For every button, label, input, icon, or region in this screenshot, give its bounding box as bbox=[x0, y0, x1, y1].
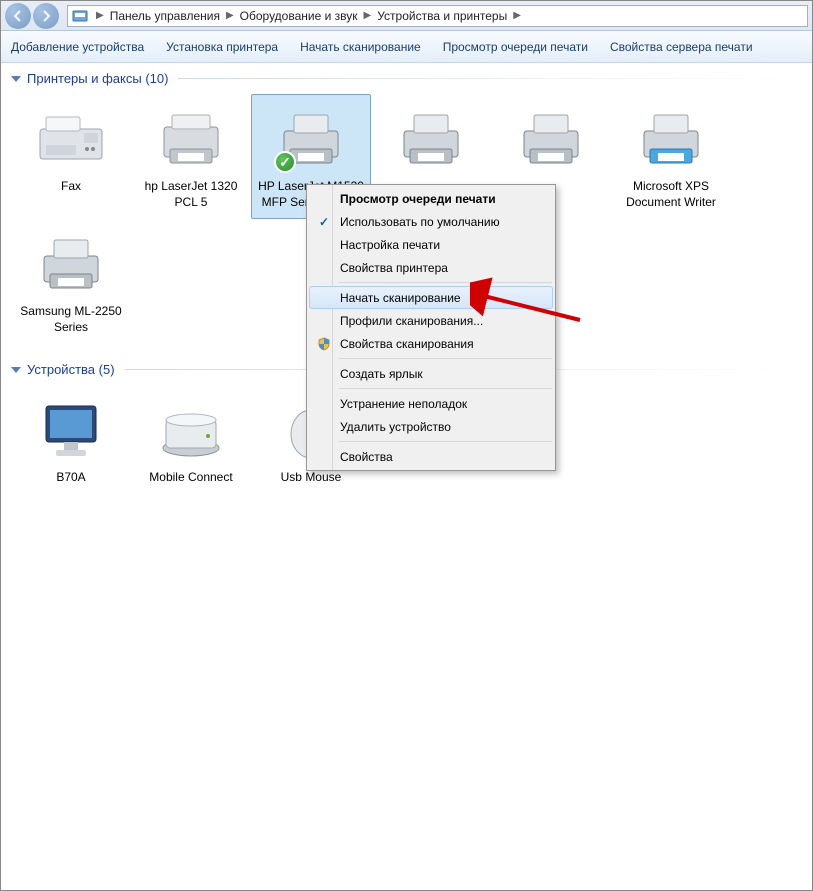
group-count: (5) bbox=[99, 362, 115, 377]
command-bar: Добавление устройства Установка принтера… bbox=[1, 31, 812, 63]
cm-start-scan[interactable]: Начать сканирование bbox=[309, 286, 553, 309]
group-header-printers[interactable]: Принтеры и факсы (10) bbox=[1, 63, 812, 90]
cm-label: Начать сканирование bbox=[340, 291, 461, 305]
cm-label: Просмотр очереди печати bbox=[340, 192, 496, 206]
device-item-computer[interactable]: B70A bbox=[11, 385, 131, 495]
group-divider bbox=[178, 78, 802, 79]
cm-separator bbox=[339, 358, 552, 359]
toolbar-start-scan[interactable]: Начать сканирование bbox=[298, 36, 423, 58]
cm-properties[interactable]: Свойства bbox=[309, 445, 553, 468]
device-label: Microsoft XPS Document Writer bbox=[616, 179, 726, 210]
toolbar-install-printer[interactable]: Установка принтера bbox=[164, 36, 280, 58]
cm-label: Свойства bbox=[340, 450, 393, 464]
printer-icon bbox=[496, 103, 606, 175]
cm-print-prefs[interactable]: Настройка печати bbox=[309, 233, 553, 256]
cm-label: Использовать по умолчанию bbox=[340, 215, 500, 229]
breadcrumb-part[interactable]: Устройства и принтеры bbox=[375, 9, 509, 23]
monitor-icon bbox=[16, 394, 126, 466]
printer-icon: ✓ bbox=[256, 103, 366, 175]
cm-create-shortcut[interactable]: Создать ярлык bbox=[309, 362, 553, 385]
device-item-xps[interactable]: Microsoft XPS Document Writer bbox=[611, 94, 731, 219]
device-label: hp LaserJet 1320 PCL 5 bbox=[136, 179, 246, 210]
device-item-mobile-connect[interactable]: Mobile Connect bbox=[131, 385, 251, 495]
device-label: Samsung ML-2250 Series bbox=[16, 304, 126, 335]
cm-scan-props[interactable]: Свойства сканирования bbox=[309, 332, 553, 355]
breadcrumb-part[interactable]: Панель управления bbox=[108, 9, 222, 23]
group-title: Устройства bbox=[27, 362, 95, 377]
control-panel-icon bbox=[72, 8, 88, 24]
cm-label: Профили сканирования... bbox=[340, 314, 483, 328]
titlebar: ▶ Панель управления ▶ Оборудование и зву… bbox=[1, 1, 812, 31]
breadcrumb-sep: ▶ bbox=[92, 10, 108, 21]
toolbar-print-queue[interactable]: Просмотр очереди печати bbox=[441, 36, 590, 58]
cm-label: Свойства сканирования bbox=[340, 337, 474, 351]
breadcrumb-sep: ▶ bbox=[360, 10, 376, 21]
address-bar[interactable]: ▶ Панель управления ▶ Оборудование и зву… bbox=[67, 5, 808, 27]
cm-remove-device[interactable]: Удалить устройство bbox=[309, 415, 553, 438]
printer-icon bbox=[16, 228, 126, 300]
printer-icon bbox=[616, 103, 726, 175]
cm-view-queue[interactable]: Просмотр очереди печати bbox=[309, 187, 553, 210]
cm-label: Создать ярлык bbox=[340, 367, 423, 381]
breadcrumb-part[interactable]: Оборудование и звук bbox=[238, 9, 360, 23]
toolbar-add-device[interactable]: Добавление устройства bbox=[9, 36, 146, 58]
cm-label: Свойства принтера bbox=[340, 261, 448, 275]
device-item-hp1320[interactable]: hp LaserJet 1320 PCL 5 bbox=[131, 94, 251, 219]
device-item-samsung[interactable]: Samsung ML-2250 Series bbox=[11, 219, 131, 344]
cm-scan-profiles[interactable]: Профили сканирования... bbox=[309, 309, 553, 332]
shield-icon bbox=[316, 336, 332, 352]
check-icon: ✓ bbox=[316, 214, 332, 230]
device-label: Fax bbox=[16, 179, 126, 195]
cm-separator bbox=[339, 282, 552, 283]
chevron-down-icon bbox=[11, 76, 21, 82]
group-count: (10) bbox=[145, 71, 168, 86]
nav-forward-button[interactable] bbox=[33, 3, 59, 29]
nav-back-button[interactable] bbox=[5, 3, 31, 29]
fax-icon bbox=[16, 103, 126, 175]
cm-set-default[interactable]: ✓ Использовать по умолчанию bbox=[309, 210, 553, 233]
drive-icon bbox=[136, 394, 246, 466]
cm-separator bbox=[339, 388, 552, 389]
cm-troubleshoot[interactable]: Устранение неполадок bbox=[309, 392, 553, 415]
arrow-left-icon bbox=[12, 10, 24, 22]
default-check-icon: ✓ bbox=[274, 151, 296, 173]
breadcrumb-sep: ▶ bbox=[222, 10, 238, 21]
arrow-right-icon bbox=[40, 10, 52, 22]
breadcrumb-sep: ▶ bbox=[509, 10, 525, 21]
chevron-down-icon bbox=[11, 367, 21, 373]
cm-label: Удалить устройство bbox=[340, 420, 451, 434]
device-item-fax[interactable]: Fax bbox=[11, 94, 131, 219]
context-menu: Просмотр очереди печати ✓ Использовать п… bbox=[306, 184, 556, 471]
toolbar-server-props[interactable]: Свойства сервера печати bbox=[608, 36, 755, 58]
device-label: Mobile Connect bbox=[136, 470, 246, 486]
cm-label: Настройка печати bbox=[340, 238, 440, 252]
group-title: Принтеры и факсы bbox=[27, 71, 142, 86]
device-label: B70A bbox=[16, 470, 126, 486]
cm-label: Устранение неполадок bbox=[340, 397, 467, 411]
device-label: Usb Mouse bbox=[256, 470, 366, 486]
cm-printer-props[interactable]: Свойства принтера bbox=[309, 256, 553, 279]
cm-separator bbox=[339, 441, 552, 442]
printer-icon bbox=[376, 103, 486, 175]
printer-icon bbox=[136, 103, 246, 175]
